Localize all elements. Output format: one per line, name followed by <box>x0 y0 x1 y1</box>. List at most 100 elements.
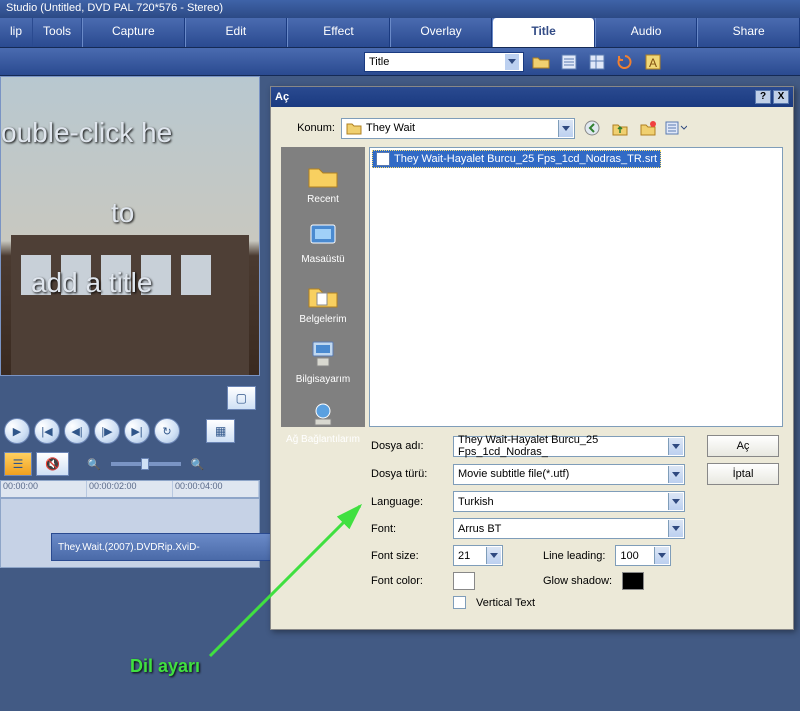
filename-label: Dosya adı: <box>371 440 443 452</box>
timeline-mode-button[interactable]: ☰ <box>4 452 32 476</box>
open-file-dialog: Aç ? X Konum: They Wait <box>270 86 794 630</box>
place-network[interactable]: Ağ Bağlantılarım <box>286 399 360 445</box>
ruler-tick: 00:00:02:00 <box>87 481 173 497</box>
frame-fwd-button[interactable]: |▶ <box>94 418 120 444</box>
title-type-combo[interactable]: Title <box>364 52 524 72</box>
file-item-selected[interactable]: They Wait-Hayalet Burcu_25 Fps_1cd_Nodra… <box>372 150 661 168</box>
open-button[interactable]: Aç <box>707 435 779 457</box>
loop-button[interactable]: ↻ <box>154 418 180 444</box>
grid-icon[interactable] <box>586 51 608 73</box>
file-icon <box>376 152 390 166</box>
tab-effect[interactable]: Effect <box>287 18 390 47</box>
skip-back-button[interactable]: |◀ <box>34 418 60 444</box>
camera-button[interactable]: ▢ <box>227 386 256 410</box>
chevron-down-icon <box>486 547 501 564</box>
dialog-title: Aç <box>275 91 289 103</box>
place-desktop[interactable]: Masaüstü <box>301 219 344 265</box>
computer-icon <box>307 339 339 371</box>
filetype-label: Dosya türü: <box>371 468 443 480</box>
combo-label: Title <box>369 56 389 68</box>
skip-fwd-button[interactable]: ▶| <box>124 418 150 444</box>
filetype-combo[interactable]: Movie subtitle file(*.utf) <box>453 464 685 485</box>
play-button[interactable]: ▶ <box>4 418 30 444</box>
place-documents[interactable]: Belgelerim <box>299 279 346 325</box>
tab-audio[interactable]: Audio <box>595 18 698 47</box>
line-leading-combo[interactable]: 100 <box>615 545 671 566</box>
location-value: They Wait <box>366 122 415 134</box>
places-bar: Recent Masaüstü Belgelerim Bilgisayarım <box>281 147 365 427</box>
mute-button[interactable]: 🔇 <box>36 452 69 476</box>
place-recent[interactable]: Recent <box>307 159 339 205</box>
overlay-text-line1: ouble-click he <box>1 117 172 149</box>
font-color-swatch[interactable] <box>453 572 475 590</box>
chevron-down-icon <box>668 493 683 510</box>
place-computer[interactable]: Bilgisayarım <box>296 339 350 385</box>
svg-text:A: A <box>649 56 657 70</box>
overlay-text-line3: add a title <box>31 267 152 299</box>
main-menubar: lip Tools Capture Edit Effect Overlay Ti… <box>0 18 800 48</box>
chevron-down-icon <box>505 54 519 70</box>
refresh-icon[interactable] <box>614 51 636 73</box>
language-combo[interactable]: Turkish <box>453 491 685 512</box>
language-label: Language: <box>371 496 443 508</box>
file-list[interactable]: They Wait-Hayalet Burcu_25 Fps_1cd_Nodra… <box>369 147 783 427</box>
tab-title[interactable]: Title <box>492 18 595 47</box>
vertical-text-label: Vertical Text <box>476 597 535 609</box>
chevron-down-icon <box>558 120 573 137</box>
location-label: Konum: <box>281 122 335 134</box>
glow-shadow-swatch[interactable] <box>622 572 644 590</box>
font-combo[interactable]: Arrus BT <box>453 518 685 539</box>
preview-panel[interactable]: ouble-click he to add a title <box>0 76 260 376</box>
tab-capture[interactable]: Capture <box>82 18 185 47</box>
up-folder-icon[interactable] <box>609 117 631 139</box>
timeline-track[interactable]: They.Wait.(2007).DVDRip.XviD- <box>0 498 260 568</box>
new-folder-icon[interactable] <box>637 117 659 139</box>
annotation-text: Dil ayarı <box>130 656 200 677</box>
secondary-toolbar: Title A <box>0 48 800 76</box>
desktop-icon <box>307 219 339 251</box>
view-menu-icon[interactable] <box>665 117 687 139</box>
glow-shadow-label: Glow shadow: <box>543 575 612 587</box>
font-size-label: Font size: <box>371 550 443 562</box>
close-button[interactable]: X <box>773 90 789 104</box>
overlay-text-line2: to <box>111 197 134 229</box>
location-combo[interactable]: They Wait <box>341 118 575 139</box>
zoom-out-icon[interactable]: 🔍 <box>87 458 101 471</box>
tab-share[interactable]: Share <box>697 18 800 47</box>
zoom-slider[interactable] <box>111 462 181 466</box>
zoom-in-icon[interactable]: 🔍 <box>191 458 205 471</box>
properties-icon[interactable] <box>558 51 580 73</box>
view-mode-button[interactable]: ▦ <box>206 419 235 443</box>
chevron-down-icon <box>668 438 683 455</box>
help-button[interactable]: ? <box>755 90 771 104</box>
time-ruler[interactable]: 00:00:00 00:00:02:00 00:00:04:00 <box>0 480 260 498</box>
video-clip[interactable]: They.Wait.(2007).DVDRip.XviD- <box>51 533 301 561</box>
workspace: ouble-click he to add a title ▢ ▶ |◀ ◀| … <box>0 76 800 711</box>
menu-tools[interactable]: Tools <box>33 18 82 47</box>
text-style-icon[interactable]: A <box>642 51 664 73</box>
tab-overlay[interactable]: Overlay <box>390 18 493 47</box>
filename-input[interactable]: They Wait-Hayalet Burcu_25 Fps_1cd_Nodra… <box>453 436 685 457</box>
open-folder-icon[interactable] <box>530 51 552 73</box>
transport-controls: ▢ ▶ |◀ ◀| |▶ ▶| ↻ ▦ ☰ 🔇 🔍 🔍 00:00:00 00:… <box>0 382 260 568</box>
documents-folder-icon <box>307 279 339 311</box>
tab-edit[interactable]: Edit <box>185 18 288 47</box>
ruler-tick: 00:00:04:00 <box>173 481 259 497</box>
chevron-down-icon <box>668 520 683 537</box>
chevron-down-icon <box>668 466 683 483</box>
line-leading-label: Line leading: <box>543 550 605 562</box>
font-size-combo[interactable]: 21 <box>453 545 503 566</box>
vertical-text-checkbox[interactable] <box>453 596 466 609</box>
menu-clip[interactable]: lip <box>0 18 33 47</box>
network-icon <box>307 399 339 431</box>
frame-back-button[interactable]: ◀| <box>64 418 90 444</box>
font-label: Font: <box>371 523 443 535</box>
file-name: They Wait-Hayalet Burcu_25 Fps_1cd_Nodra… <box>394 153 657 165</box>
chevron-down-icon <box>654 547 669 564</box>
font-color-label: Font color: <box>371 575 443 587</box>
recent-folder-icon <box>307 159 339 191</box>
back-icon[interactable] <box>581 117 603 139</box>
cancel-button[interactable]: İptal <box>707 463 779 485</box>
window-titlebar: Studio (Untitled, DVD PAL 720*576 - Ster… <box>0 0 800 18</box>
ruler-tick: 00:00:00 <box>1 481 87 497</box>
